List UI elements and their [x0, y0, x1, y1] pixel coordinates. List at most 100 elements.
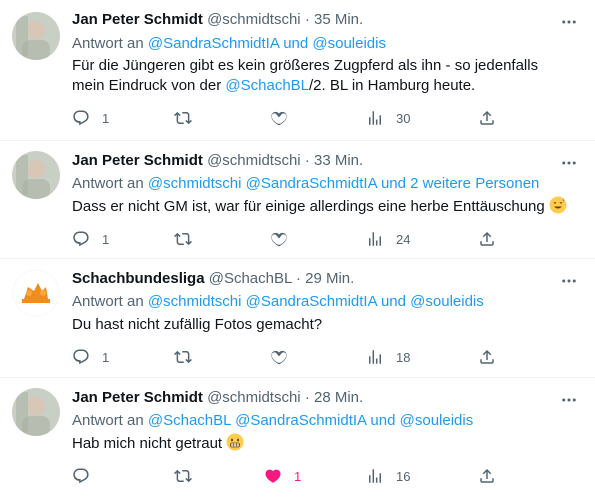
sweat-smile-emoji-icon	[549, 196, 567, 220]
share-icon	[478, 348, 496, 366]
tweet-actions: 1 30	[72, 108, 502, 128]
avatar[interactable]	[12, 12, 60, 60]
reply-button[interactable]: 1	[72, 108, 109, 128]
author-handle[interactable]: @schmidtschi	[207, 389, 301, 406]
views-button[interactable]: 16	[366, 466, 410, 486]
views-button[interactable]: 24	[366, 229, 410, 249]
like-button[interactable]	[270, 229, 288, 249]
mention-link[interactable]: @SandraSchmidtIA	[235, 412, 366, 429]
mention-link[interactable]: 2 weitere Personen	[410, 175, 539, 192]
text-segment: mein Eindruck von der	[72, 77, 226, 94]
views-count: 18	[396, 349, 411, 365]
mention-link[interactable]: @souleidis	[312, 35, 386, 52]
views-count: 30	[396, 110, 411, 126]
views-icon	[366, 467, 384, 485]
reply-button[interactable]: 1	[72, 229, 109, 249]
mention-link[interactable]: @SandraSchmidtIA	[148, 35, 279, 52]
tweet-3[interactable]: Schachbundesliga @SchachBL · 29 Min. Ant…	[0, 259, 595, 378]
reply-prefix: Antwort an	[72, 175, 148, 192]
like-button[interactable]: 1	[264, 466, 301, 486]
reply-prefix: Antwort an	[72, 293, 148, 310]
views-button[interactable]: 30	[366, 108, 410, 128]
mention-link[interactable]: @souleidis	[410, 293, 484, 310]
reply-context: Antwort an @SchachBL @SandraSchmidtIA un…	[72, 411, 473, 431]
views-count: 24	[396, 231, 411, 247]
retweet-icon	[174, 467, 192, 485]
timestamp[interactable]: · 29 Min.	[296, 270, 354, 287]
reply-button[interactable]	[72, 466, 90, 486]
share-button[interactable]	[478, 347, 496, 367]
like-icon	[270, 348, 288, 366]
retweet-button[interactable]	[174, 108, 192, 128]
text-segment: /2. BL in Hamburg heute.	[309, 77, 476, 94]
share-button[interactable]	[478, 466, 496, 486]
views-icon	[366, 230, 384, 248]
retweet-button[interactable]	[174, 229, 192, 249]
views-icon	[366, 109, 384, 127]
tweet-text-line: Du hast nicht zufällig Fotos gemacht?	[72, 316, 323, 333]
share-icon	[478, 467, 496, 485]
mention-link[interactable]: @schmidtschi	[148, 175, 242, 192]
reply-icon	[72, 467, 90, 485]
avatar[interactable]	[12, 388, 60, 436]
like-button[interactable]	[270, 108, 288, 128]
reply-connector: und	[370, 412, 396, 429]
tweet-text-line: mein Eindruck von der @SchachBL/2. BL in…	[72, 76, 587, 96]
author-handle[interactable]: @schmidtschi	[207, 152, 301, 169]
like-count: 1	[294, 468, 302, 484]
tweet-actions: 1 18	[72, 347, 502, 367]
tweet-2[interactable]: Jan Peter Schmidt @schmidtschi · 33 Min.…	[0, 141, 595, 259]
tweet-header: Schachbundesliga @SchachBL · 29 Min.	[72, 269, 354, 289]
author-handle[interactable]: @SchachBL	[209, 270, 292, 287]
share-button[interactable]	[478, 108, 496, 128]
tweet-1[interactable]: Jan Peter Schmidt @schmidtschi · 35 Min.…	[0, 0, 595, 141]
author-name[interactable]: Jan Peter Schmidt	[72, 152, 203, 169]
like-icon	[270, 109, 288, 127]
reply-count: 1	[102, 349, 110, 365]
avatar[interactable]	[12, 151, 60, 199]
timestamp[interactable]: · 28 Min.	[305, 389, 363, 406]
tweet-text: Du hast nicht zufällig Fotos gemacht?	[72, 315, 587, 335]
reply-context: Antwort an @schmidtschi @SandraSchmidtIA…	[72, 174, 539, 194]
like-icon	[270, 230, 288, 248]
mention-link[interactable]: @SchachBL	[225, 77, 309, 94]
tweet-header: Jan Peter Schmidt @schmidtschi · 28 Min.	[72, 388, 363, 408]
reply-button[interactable]: 1	[72, 347, 109, 367]
author-name[interactable]: Jan Peter Schmidt	[72, 389, 203, 406]
reply-prefix: Antwort an	[72, 35, 148, 52]
reply-context: Antwort an @schmidtschi @SandraSchmidtIA…	[72, 292, 484, 312]
mention-link[interactable]: @SchachBL	[148, 412, 231, 429]
avatar[interactable]	[12, 269, 60, 317]
mention-link[interactable]: @souleidis	[400, 412, 474, 429]
author-name[interactable]: Jan Peter Schmidt	[72, 11, 203, 28]
tweet-text-line: Hab mich nicht getraut	[72, 435, 223, 452]
tweet-text: Für die Jüngeren gibt es kein größeres Z…	[72, 56, 587, 96]
share-icon	[478, 109, 496, 127]
reply-connector: und	[283, 35, 309, 52]
tweet-4[interactable]: Jan Peter Schmidt @schmidtschi · 28 Min.…	[0, 378, 595, 498]
retweet-button[interactable]	[174, 347, 192, 367]
tweet-text-line: Für die Jüngeren gibt es kein größeres Z…	[72, 57, 539, 74]
author-handle[interactable]: @schmidtschi	[207, 11, 301, 28]
timestamp[interactable]: · 33 Min.	[305, 152, 363, 169]
mention-link[interactable]: @SandraSchmidtIA	[246, 293, 377, 310]
retweet-button[interactable]	[174, 466, 192, 486]
more-icon[interactable]	[559, 153, 579, 173]
more-icon[interactable]	[559, 12, 579, 32]
reply-context: Antwort an @SandraSchmidtIA und @souleid…	[72, 34, 386, 54]
retweet-icon	[174, 109, 192, 127]
grimacing-emoji-icon	[226, 433, 244, 457]
mention-link[interactable]: @SandraSchmidtIA	[246, 175, 377, 192]
views-button[interactable]: 18	[366, 347, 410, 367]
share-button[interactable]	[478, 229, 496, 249]
more-icon[interactable]	[559, 271, 579, 291]
reply-icon	[72, 109, 90, 127]
author-name[interactable]: Schachbundesliga	[72, 270, 205, 287]
reply-connector: und	[380, 293, 406, 310]
mention-link[interactable]: @schmidtschi	[148, 293, 242, 310]
more-icon[interactable]	[559, 390, 579, 410]
timestamp[interactable]: · 35 Min.	[305, 11, 363, 28]
tweet-actions: 1 24	[72, 229, 502, 249]
like-button[interactable]	[270, 347, 288, 367]
retweet-icon	[174, 230, 192, 248]
